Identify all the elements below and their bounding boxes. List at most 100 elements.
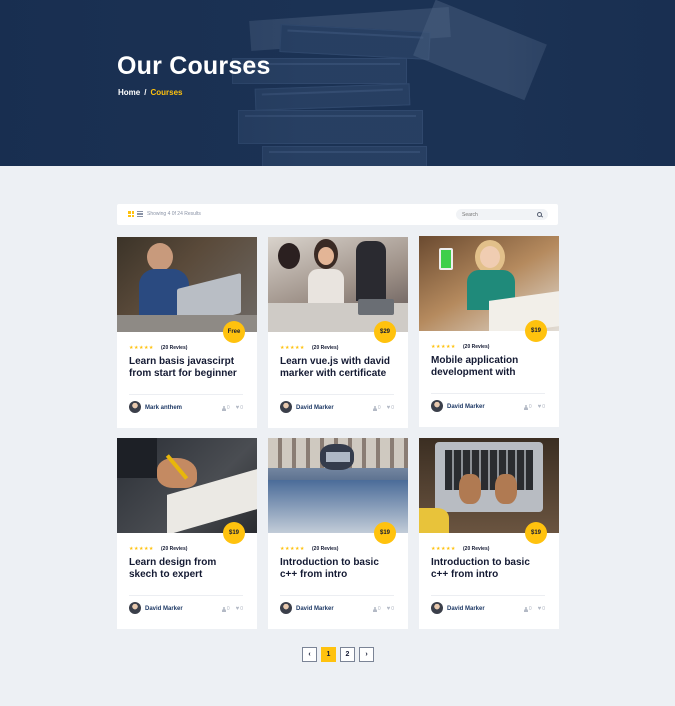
course-meta: 0 ♥ 0 [372,405,394,411]
search-input[interactable] [462,211,532,218]
heart-icon[interactable]: ♥ [387,405,391,411]
list-view-icon[interactable] [137,211,143,217]
course-image[interactable] [419,438,559,533]
prev-page-button[interactable]: ‹ [302,647,317,662]
course-card[interactable]: $19 ★★★★★ (20 Revies) Introduction to ba… [268,438,408,629]
divider [280,595,394,596]
breadcrumb-separator: / [144,88,147,97]
page-title: Our Courses [117,52,271,80]
like-count: 0 [542,404,545,410]
review-count: (20 Revies) [161,345,188,351]
course-meta: 0 ♥ 0 [523,606,545,612]
course-card[interactable]: $19 ★★★★★ (20 Revies) Mobile application… [419,236,559,427]
rating-stars: ★★★★★ [431,344,456,350]
price-badge: $19 [223,522,245,544]
hero-overlay [0,0,675,166]
avatar [280,602,292,614]
rating-stars: ★★★★★ [129,546,154,552]
user-icon [372,405,377,411]
course-image[interactable] [268,237,408,332]
heart-icon[interactable]: ♥ [538,606,542,612]
divider [431,393,545,394]
review-count: (20 Revies) [312,345,339,351]
avatar [431,400,443,412]
course-image[interactable] [117,237,257,332]
course-meta: 0 ♥ 0 [221,606,243,612]
page-2-button[interactable]: 2 [340,647,355,662]
avatar [129,602,141,614]
like-count: 0 [391,405,394,411]
student-count: 0 [226,606,230,612]
user-icon [523,404,528,410]
divider [129,595,243,596]
course-card[interactable]: $19 ★★★★★ (20 Revies) Introduction to ba… [419,438,559,629]
price-badge: $29 [374,321,396,343]
review-count: (20 Revies) [161,546,188,552]
price-badge: $19 [525,320,547,342]
course-image[interactable] [117,438,257,533]
next-page-button[interactable]: › [359,647,374,662]
student-count: 0 [377,606,381,612]
course-card[interactable]: $29 ★★★★★ (20 Revies) Learn vue.js with … [268,237,408,428]
price-badge: Free [223,321,245,343]
student-count: 0 [528,404,532,410]
rating-stars: ★★★★★ [280,546,305,552]
breadcrumb-home-link[interactable]: Home [118,88,140,97]
student-count: 0 [226,405,230,411]
course-image[interactable] [268,438,408,533]
rating-stars: ★★★★★ [431,546,456,552]
course-meta: 0 ♥ 0 [523,404,545,410]
course-title[interactable]: Introduction to basic c++ from intro [431,557,549,581]
breadcrumb: Home / Courses [118,88,182,97]
author-name[interactable]: David Marker [296,405,334,411]
course-card[interactable]: Free ★★★★★ (20 Revies) Learn basis javas… [117,237,257,428]
heart-icon[interactable]: ♥ [538,404,542,410]
user-icon [221,405,226,411]
course-title[interactable]: Introduction to basic c++ from intro [280,557,398,581]
review-count: (20 Revies) [463,344,490,350]
rating-stars: ★★★★★ [129,345,154,351]
user-icon [372,606,377,612]
like-count: 0 [542,606,545,612]
pagination: ‹ 1 2 › [302,647,374,662]
page-1-button[interactable]: 1 [321,647,336,662]
course-title[interactable]: Mobile application development with [431,355,549,379]
search-box[interactable] [456,209,548,220]
divider [431,595,545,596]
course-meta: 0 ♥ 0 [372,606,394,612]
results-count: Showing 4 0f 24 Results [147,211,201,217]
rating-stars: ★★★★★ [280,345,305,351]
student-count: 0 [377,405,381,411]
heart-icon[interactable]: ♥ [387,606,391,612]
course-image[interactable] [419,236,559,331]
divider [280,394,394,395]
author-name[interactable]: David Marker [447,606,485,612]
course-title[interactable]: Learn vue.js with david marker with cert… [280,356,398,380]
price-badge: $19 [525,522,547,544]
like-count: 0 [391,606,394,612]
author-name[interactable]: David Marker [447,404,485,410]
student-count: 0 [528,606,532,612]
user-icon [221,606,226,612]
author-name[interactable]: David Marker [296,606,334,612]
breadcrumb-current: Courses [150,88,183,97]
user-icon [523,606,528,612]
avatar [129,401,141,413]
results-toolbar: Showing 4 0f 24 Results [117,204,558,225]
heart-icon[interactable]: ♥ [236,606,240,612]
course-meta: 0 ♥ 0 [221,405,243,411]
like-count: 0 [240,606,243,612]
search-icon[interactable] [537,212,542,217]
price-badge: $19 [374,522,396,544]
like-count: 0 [240,405,243,411]
review-count: (20 Revies) [463,546,490,552]
course-card[interactable]: $19 ★★★★★ (20 Revies) Learn design from … [117,438,257,629]
course-title[interactable]: Learn design from skech to expert [129,557,247,581]
author-name[interactable]: Mark anthem [145,405,182,411]
review-count: (20 Revies) [312,546,339,552]
grid-view-icon[interactable] [128,211,134,217]
course-title[interactable]: Learn basis javascirpt from start for be… [129,356,247,380]
heart-icon[interactable]: ♥ [236,405,240,411]
author-name[interactable]: David Marker [145,606,183,612]
avatar [280,401,292,413]
